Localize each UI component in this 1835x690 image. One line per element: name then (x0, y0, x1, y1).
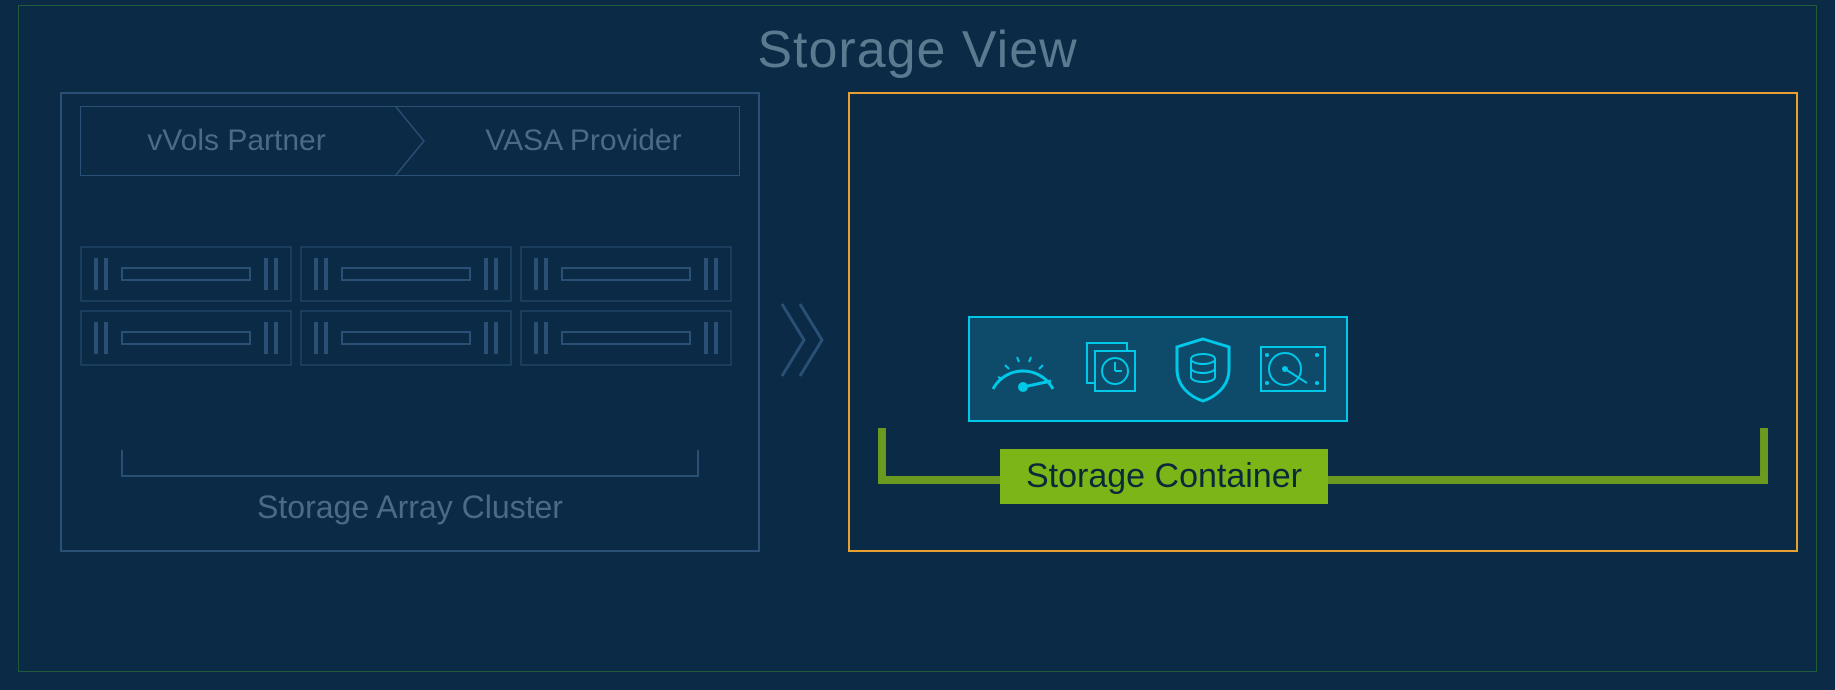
storage-unit-icon (300, 246, 512, 302)
gauge-icon (983, 329, 1063, 409)
storage-unit-icon (520, 246, 732, 302)
shield-database-icon (1163, 329, 1243, 409)
storage-container-label: Storage Container (1000, 449, 1328, 504)
storage-unit-icon (80, 310, 292, 366)
cluster-bracket-icon (120, 448, 700, 478)
vvols-partner-box: vVols Partner (80, 106, 410, 176)
storage-array-grid (80, 246, 740, 366)
storage-unit-icon (80, 246, 292, 302)
snapshot-clock-icon (1073, 329, 1153, 409)
vvols-partner-label: vVols Partner (147, 124, 325, 158)
top-row: vVols Partner VASA Provider (80, 106, 740, 176)
hard-drive-icon (1253, 329, 1333, 409)
vasa-provider-box: VASA Provider (410, 106, 740, 176)
page-title: Storage View (0, 20, 1835, 80)
storage-unit-icon (520, 310, 732, 366)
storage-array-panel: vVols Partner VASA Provider Storage Ar (60, 92, 760, 552)
storage-container-panel: Storage Container (848, 92, 1798, 552)
chevron-separator-icon (394, 107, 426, 175)
storage-unit-icon (300, 310, 512, 366)
vasa-provider-label: VASA Provider (485, 124, 681, 158)
double-chevron-right-icon (778, 300, 828, 380)
cluster-label: Storage Array Cluster (62, 489, 758, 526)
capabilities-box (968, 316, 1348, 422)
